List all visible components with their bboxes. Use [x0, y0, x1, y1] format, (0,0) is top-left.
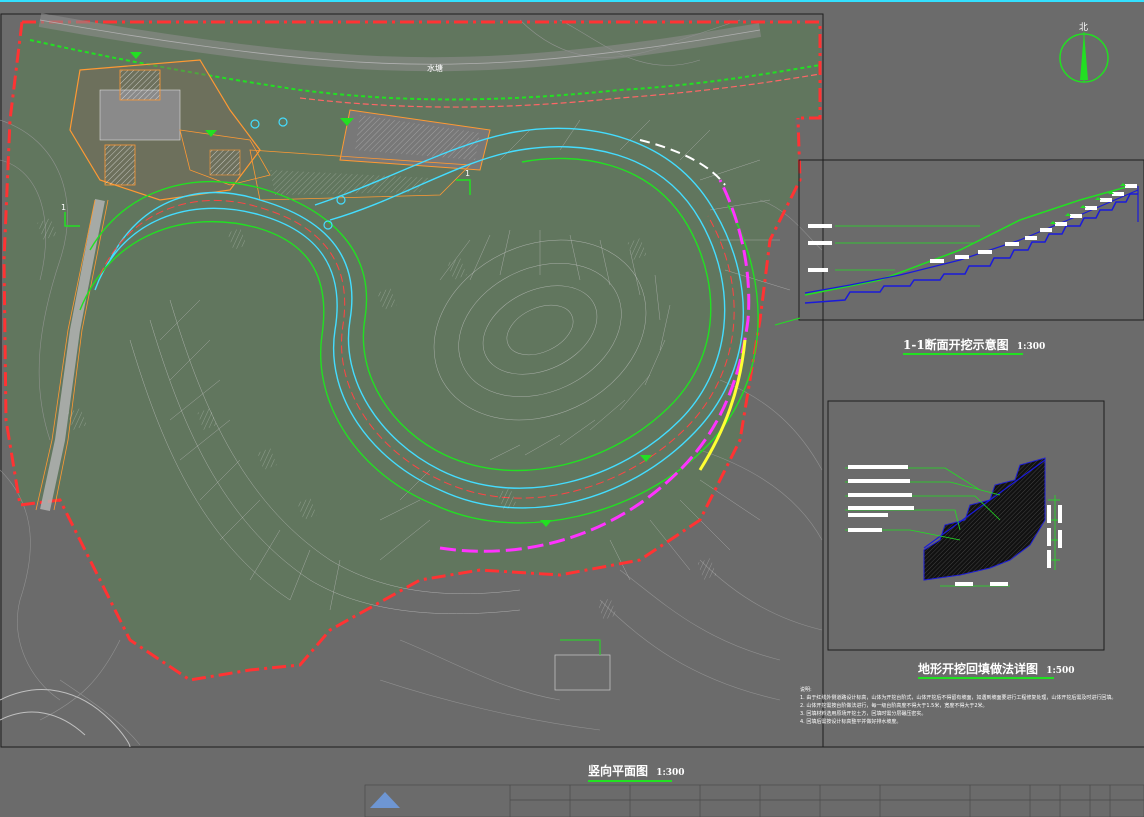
section-scale: 1:300 — [1016, 342, 1046, 352]
lake-label: 水塘 — [427, 63, 443, 73]
plan-title: 竖向平面图 1:300 — [588, 762, 685, 779]
section-title-underline — [903, 353, 1023, 355]
section-mark-right: 1 — [465, 169, 470, 178]
detail-title: 地形开挖回填做法详图 1:500 — [918, 660, 1075, 677]
detail-scale: 1:500 — [1046, 666, 1075, 676]
note-item: 1. 由于红线外侧道路设计标高，山体为开挖台阶式，山体开挖后不得留有坡面，如遇到… — [800, 695, 1117, 701]
detail-title-text: 地形开挖回填做法详图 — [918, 662, 1039, 676]
note-item: 3. 回填材料选用原场开挖土方，回填时需分层碾压密实。 — [800, 711, 927, 717]
detail-title-underline — [918, 677, 1054, 679]
section-title-text: 1-1断面开挖示意图 — [903, 338, 1009, 352]
notes-heading: 说明: — [800, 687, 812, 693]
note-item: 2. 山体开挖需按台阶做法进行，每一级台阶高度不得大于1.5米，宽度不得大于2米… — [800, 703, 988, 709]
design-notes: 说明: 1. 由于红线外侧道路设计标高，山体为开挖台阶式，山体开挖后不得留有坡面… — [800, 686, 1140, 726]
plan-scale: 1:300 — [656, 768, 685, 778]
section-mark-left: 1 — [61, 203, 66, 212]
plan-title-text: 竖向平面图 — [588, 764, 649, 778]
plan-title-underline — [588, 780, 672, 782]
note-item: 4. 回填后需按设计标高整平并做好排水坡度。 — [800, 719, 902, 725]
section-title: 1-1断面开挖示意图 1:300 — [903, 336, 1045, 353]
north-label: 北 — [1079, 22, 1088, 33]
